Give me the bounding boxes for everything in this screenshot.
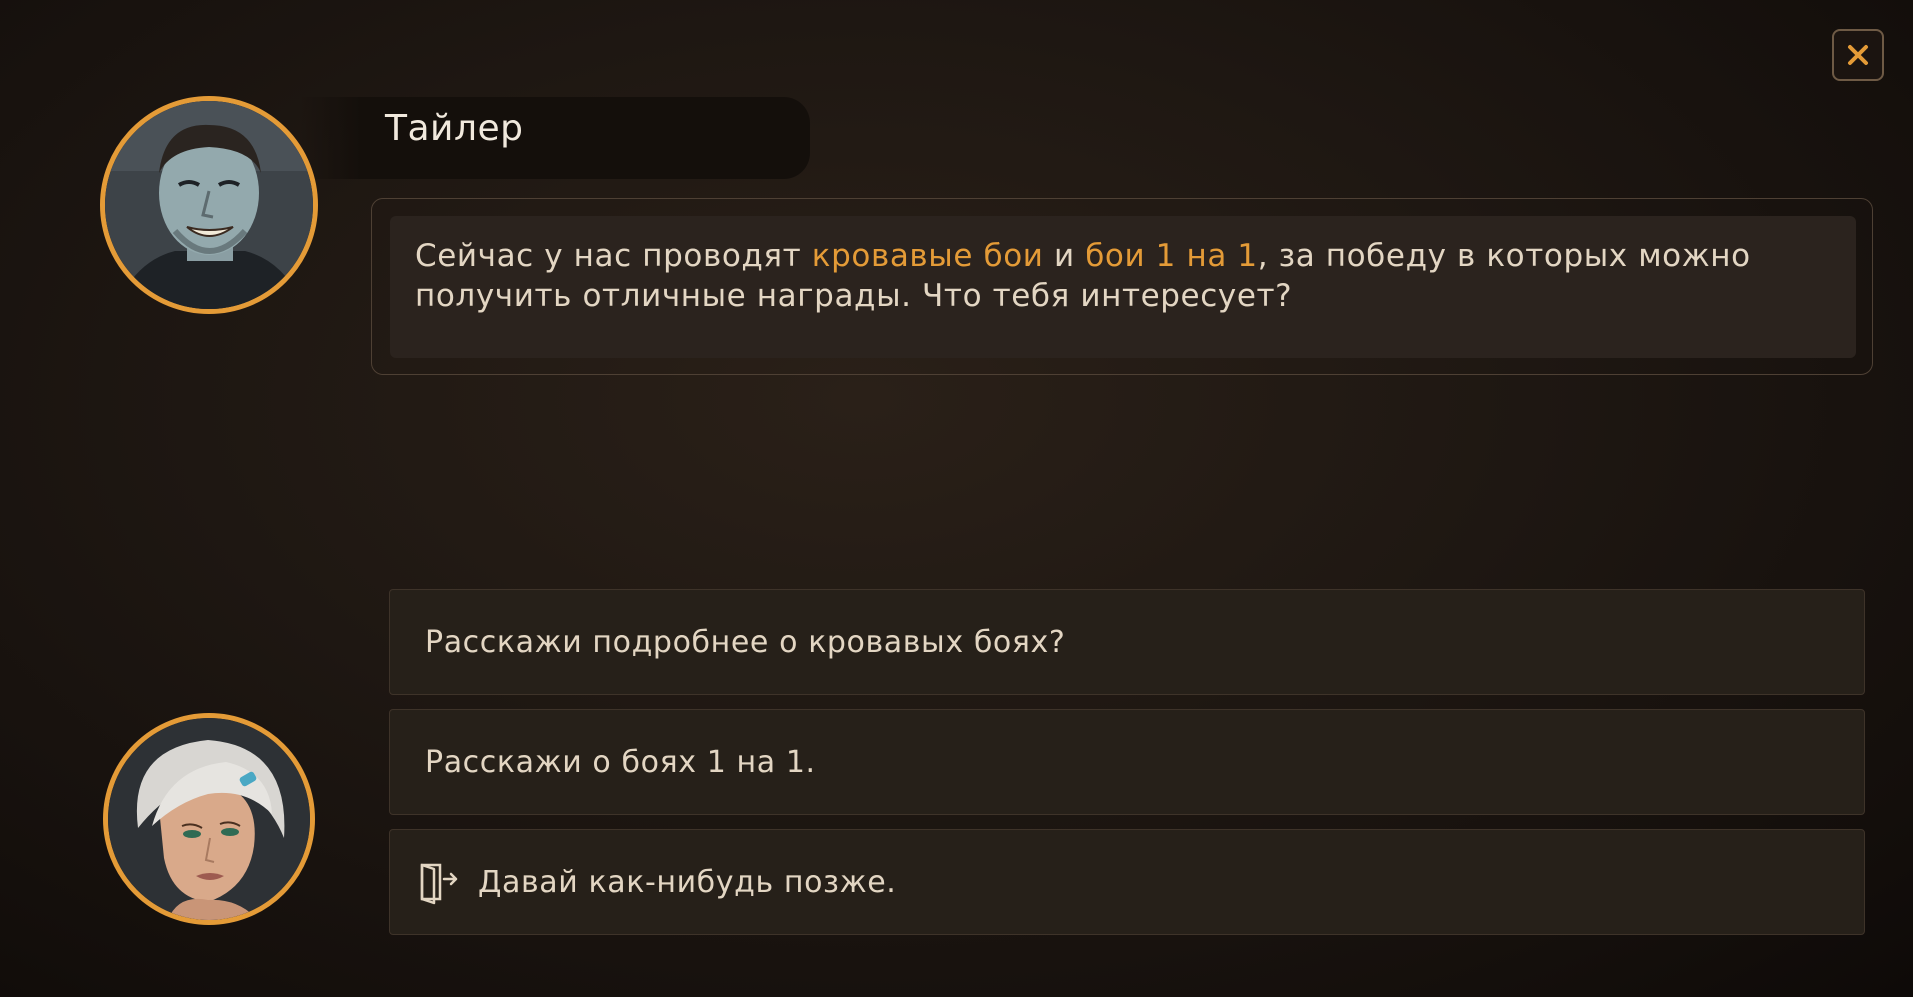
option-leave[interactable]: Давай как-нибудь позже.: [389, 829, 1865, 935]
player-portrait-image: [108, 718, 310, 920]
option-label: Расскажи подробнее о кровавых боях?: [425, 624, 1066, 660]
close-button[interactable]: [1832, 29, 1884, 81]
message-text: и: [1043, 238, 1086, 274]
npc-portrait-image: [105, 101, 313, 309]
option-duel-fights[interactable]: Расскажи о боях 1 на 1.: [389, 709, 1865, 815]
option-blood-fights[interactable]: Расскажи подробнее о кровавых боях?: [389, 589, 1865, 695]
close-icon: [1848, 45, 1868, 65]
speaker-name-plate: [300, 97, 810, 179]
npc-message: Сейчас у нас проводят кровавые бои и бои…: [390, 216, 1856, 358]
blood-fights-highlight: кровавые бои: [811, 238, 1044, 274]
option-label: Давай как-нибудь позже.: [478, 864, 897, 900]
speaker-name: Тайлер: [385, 108, 524, 149]
exit-door-icon: [420, 863, 458, 905]
player-avatar: [103, 713, 315, 925]
option-label: Расскажи о боях 1 на 1.: [425, 744, 816, 780]
message-text: Сейчас у нас проводят: [415, 238, 812, 274]
npc-avatar: [100, 96, 318, 314]
duel-fights-highlight: бои 1 на 1: [1085, 238, 1258, 274]
